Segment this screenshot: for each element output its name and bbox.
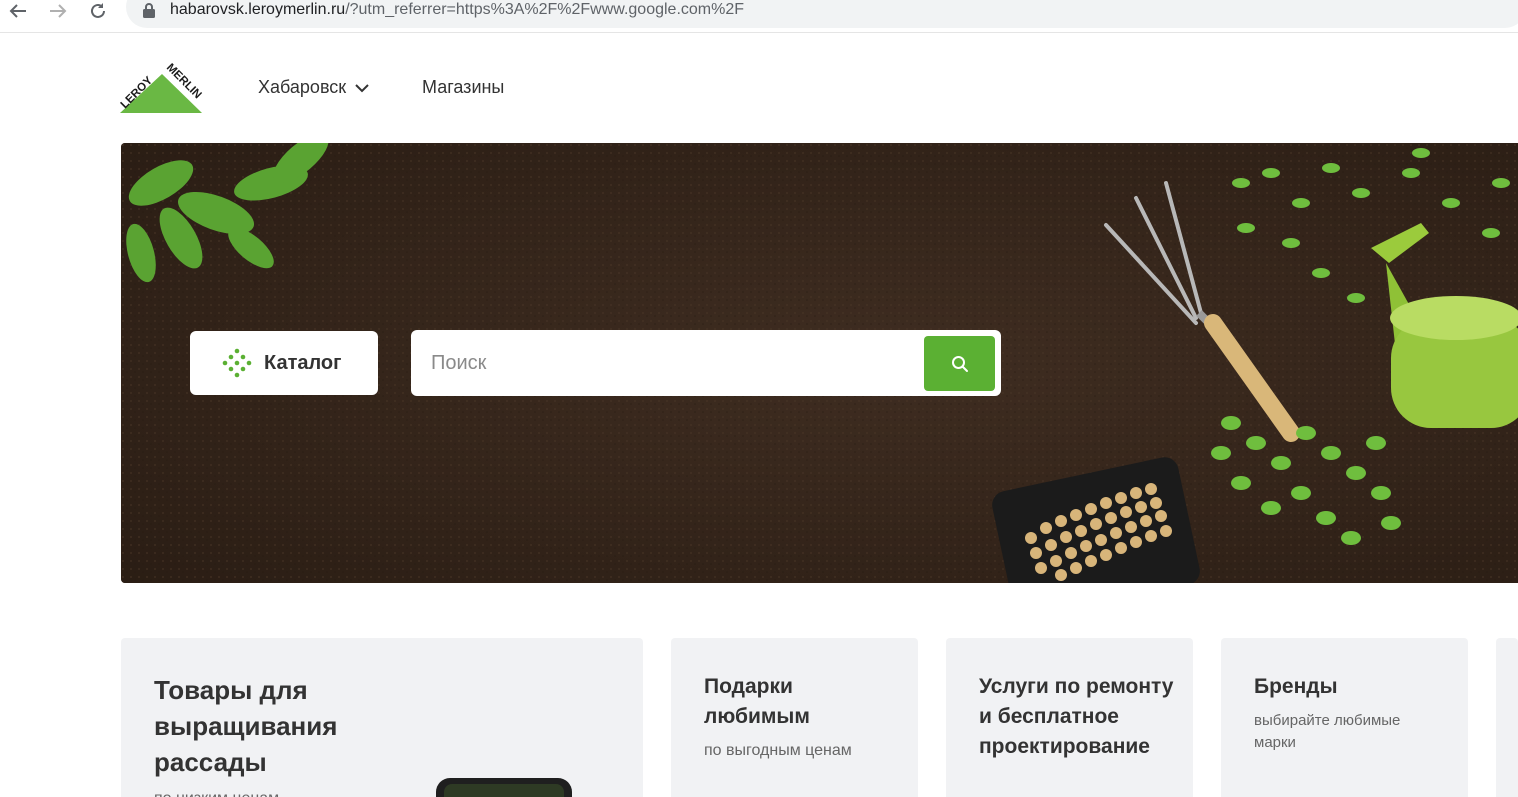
city-label: Хабаровск: [258, 77, 347, 97]
forward-button[interactable]: [44, 0, 72, 22]
card-seedling-goods[interactable]: Товары для выращивания рассады по низким…: [121, 638, 643, 797]
seedling-tray-image: [436, 778, 572, 797]
search-button[interactable]: [924, 336, 995, 391]
card-title: Подарки любимым: [704, 675, 810, 728]
card-brands[interactable]: Бренды выбирайте любимые марки: [1221, 638, 1468, 797]
card-next-partial[interactable]: [1496, 638, 1518, 797]
card-subtitle: по низким ценам: [154, 788, 394, 797]
catalog-button[interactable]: Каталог: [190, 331, 378, 395]
url-domain: habarovsk.leroymerlin.ru: [170, 1, 346, 18]
url-text[interactable]: habarovsk.leroymerlin.ru/?utm_referrer=h…: [170, 1, 744, 19]
arrow-right-icon: [50, 4, 67, 18]
city-selector[interactable]: Хабаровск: [258, 77, 370, 98]
search-box: [411, 330, 1001, 396]
back-button[interactable]: [4, 0, 32, 22]
reload-icon: [91, 3, 105, 18]
chevron-down-icon: [355, 83, 369, 92]
leroy-merlin-logo[interactable]: LEROY MERLIN: [120, 62, 204, 114]
lock-icon: [143, 3, 155, 18]
card-title: Услуги по ремонту и бесплатное проектиро…: [979, 675, 1174, 758]
card-title: Товары для выращивания рассады: [154, 675, 338, 777]
catalog-dots-icon: [222, 348, 252, 378]
browser-toolbar: habarovsk.leroymerlin.ru/?utm_referrer=h…: [0, 0, 1518, 33]
card-gifts[interactable]: Подарки любимым по выгодным ценам: [671, 638, 918, 797]
url-path: /?utm_referrer=https%3A%2F%2Fwww.google.…: [345, 1, 745, 18]
card-repair-services[interactable]: Услуги по ремонту и бесплатное проектиро…: [946, 638, 1193, 797]
card-subtitle: по выгодным ценам: [704, 742, 852, 759]
card-subtitle: выбирайте любимые марки: [1254, 712, 1401, 751]
search-icon: [951, 355, 968, 372]
stores-link[interactable]: Магазины: [422, 77, 504, 98]
catalog-label: Каталог: [264, 351, 342, 374]
arrow-left-icon: [9, 4, 26, 18]
search-input[interactable]: [431, 330, 921, 396]
reload-button[interactable]: [84, 0, 112, 22]
card-title: Бренды: [1254, 675, 1338, 698]
